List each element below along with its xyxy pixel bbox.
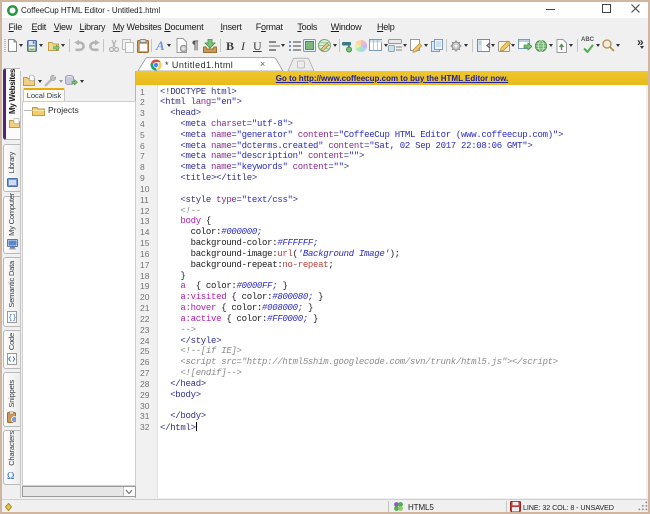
- svg-text:{}: {}: [8, 315, 16, 323]
- svg-text:Ω: Ω: [7, 471, 14, 481]
